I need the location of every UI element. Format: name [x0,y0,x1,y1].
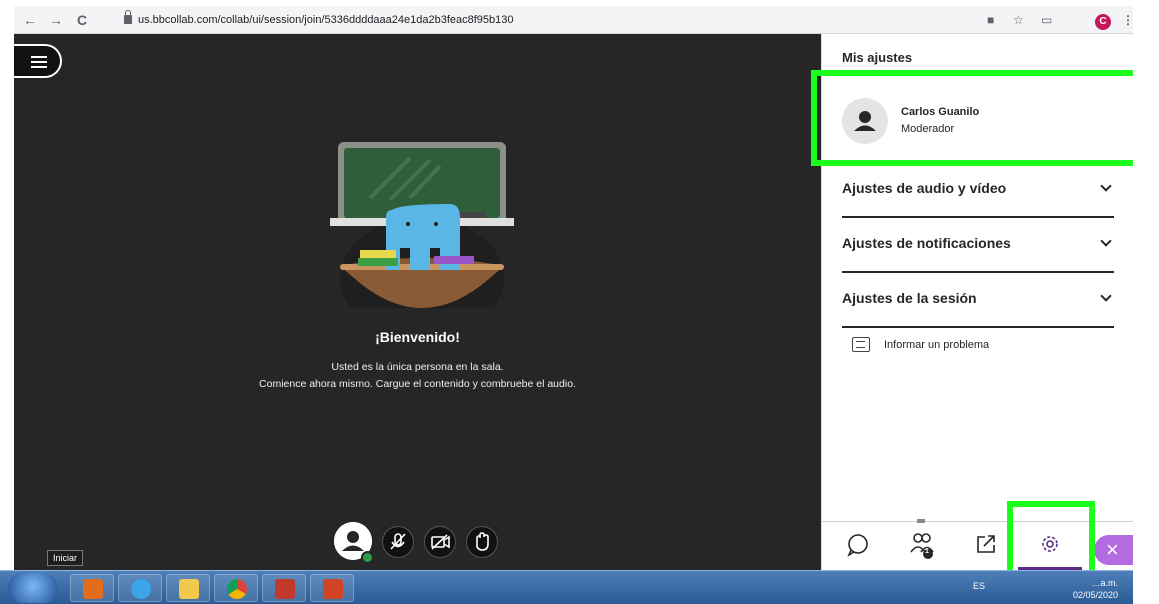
panel-title: Mis ajustes [842,50,913,65]
clock-time: …a.m. [1091,578,1118,588]
welcome-message-line1: Usted es la única persona en la sala. [331,361,504,373]
start-tooltip: Iniciar [47,550,84,566]
setting-label: Ajustes de audio y vídeo [842,180,1007,196]
camera-off-button[interactable] [424,526,456,558]
reload-icon[interactable]: C [74,10,90,30]
cast-icon[interactable]: ▭ [1041,10,1052,30]
session-settings[interactable]: Ajustes de la sesión [842,274,1114,328]
raise-hand-button[interactable] [466,526,498,558]
language-indicator[interactable]: ES [973,581,985,591]
windows-taskbar: ES …a.m. 02/05/2020 [0,570,1133,604]
feedback-icon [852,337,870,352]
microphone-off-button[interactable] [382,526,414,558]
chevron-down-icon [1100,180,1112,192]
welcome-message-line2: Comience ahora mismo. Cargue el contenid… [259,378,576,390]
session-menu-button[interactable] [14,44,62,78]
welcome-title: ¡Bienvenido! [375,329,460,345]
back-icon[interactable]: ← [22,10,38,30]
participants-icon [910,533,934,559]
clock-date: 02/05/2020 [1072,590,1118,600]
camera-off-icon [431,534,450,550]
chat-tab[interactable] [826,522,890,571]
chat-icon [847,534,868,557]
taskbar-outlook-icon[interactable] [70,574,114,602]
forward-icon[interactable]: → [48,10,64,30]
hand-icon [476,532,489,551]
audio-video-settings[interactable]: Ajustes de audio y vídeo [842,164,1114,218]
participants-tab[interactable]: 1 [890,522,954,571]
session-stage: ¡Bienvenido! Usted es la única persona e… [14,34,821,570]
star-icon[interactable]: ☆ [1013,10,1024,30]
report-problem-label: Informar un problema [884,339,990,351]
url-text: us.bbcollab.com/collab/ui/session/join/5… [138,14,514,26]
setting-label: Ajustes de notificaciones [842,235,1011,251]
classroom-illustration [330,142,514,308]
participant-count-badge: 1 [925,548,929,555]
taskbar-explorer-icon[interactable] [166,574,210,602]
chevron-down-icon [1100,235,1112,247]
page-margin [1133,0,1159,604]
setting-label: Ajustes de la sesión [842,290,977,306]
notification-settings[interactable]: Ajustes de notificaciones [842,219,1114,273]
status-check-icon [361,551,374,564]
close-icon: × [1106,537,1119,562]
address-bar[interactable]: us.bbcollab.com/collab/ui/session/join/5… [124,10,514,29]
browser-toolbar: ← → C us.bbcollab.com/collab/ui/session/… [14,6,1134,34]
taskbar-app-icon[interactable] [262,574,306,602]
screenshot-frame: ← → C us.bbcollab.com/collab/ui/session/… [0,0,1159,604]
chevron-down-icon [1100,290,1112,302]
taskbar-ie-icon[interactable] [118,574,162,602]
taskbar-powerpoint-icon[interactable] [310,574,354,602]
camera-icon[interactable]: ■ [987,10,994,30]
clock[interactable]: …a.m. 02/05/2020 [1058,577,1118,601]
microphone-off-icon [390,533,406,550]
start-button[interactable] [8,573,58,603]
profile-avatar[interactable]: C [1095,14,1111,30]
highlight-user-box [811,70,1159,166]
taskbar-chrome-icon[interactable] [214,574,258,602]
lock-icon [124,10,132,24]
